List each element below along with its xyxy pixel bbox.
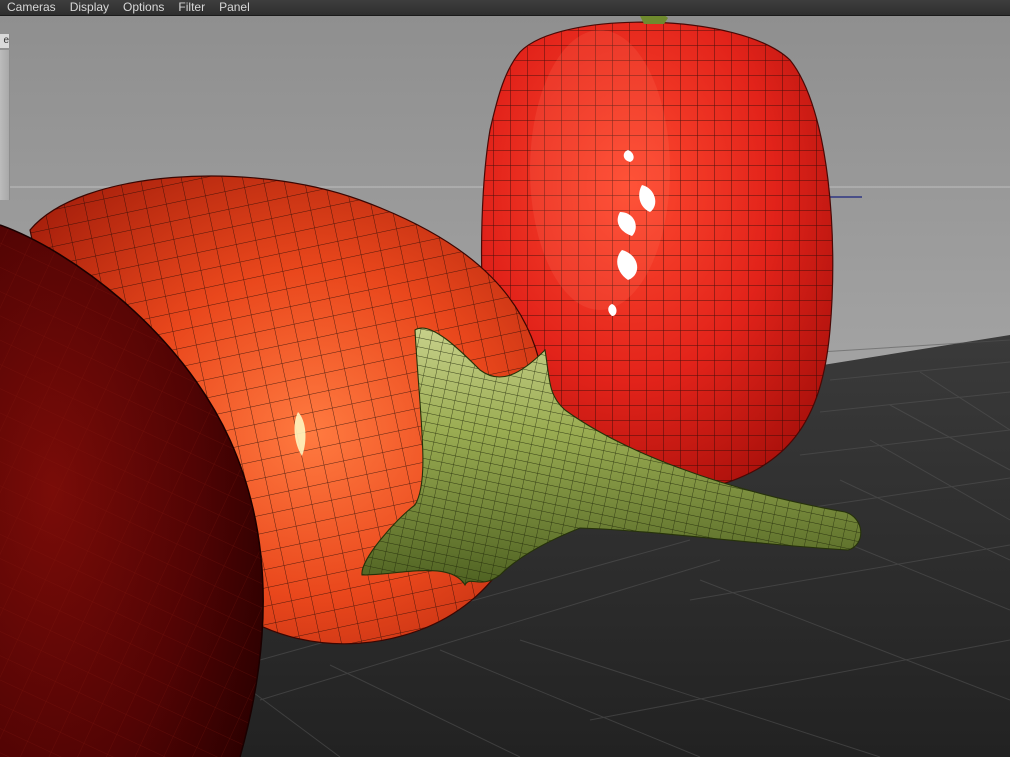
side-tab-label: e — [3, 35, 9, 46]
menu-options[interactable]: Options — [116, 0, 171, 15]
left-panel-edge[interactable] — [0, 50, 10, 200]
menu-panel[interactable]: Panel — [212, 0, 257, 15]
menu-filter[interactable]: Filter — [171, 0, 212, 15]
viewport-scene — [0, 16, 1010, 757]
viewport-menubar: Cameras Display Options Filter Panel — [0, 0, 1010, 16]
maya-viewport-window: Cameras Display Options Filter Panel e — [0, 0, 1010, 757]
pepper-stem-top — [640, 16, 668, 24]
side-tab[interactable]: e — [0, 34, 10, 48]
3d-viewport[interactable]: e — [0, 16, 1010, 757]
menu-display[interactable]: Display — [63, 0, 116, 15]
menu-cameras[interactable]: Cameras — [0, 0, 63, 15]
